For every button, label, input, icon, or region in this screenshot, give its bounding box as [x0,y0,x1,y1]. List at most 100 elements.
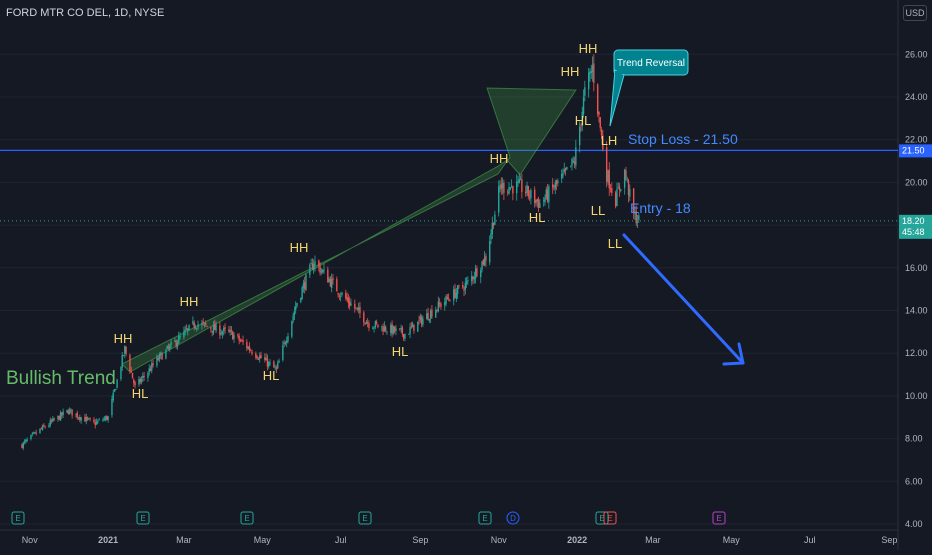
candle [483,251,486,267]
event-marker[interactable]: E [712,511,726,525]
candle [304,276,306,294]
candle-body [471,276,473,282]
candle [552,178,554,195]
candle [41,424,44,431]
chart-area[interactable]: 26.0024.0022.0020.0018.0016.0014.0012.00… [0,0,932,550]
price-tick-label: 20.00 [905,177,928,187]
candle [269,359,271,366]
candle-body [491,222,494,234]
candle [402,334,405,341]
candle [293,306,296,321]
candle [39,428,41,434]
candle-body [623,169,626,188]
candle-body [147,372,149,378]
candle-body [480,270,482,278]
candle-body [229,329,231,333]
candle-body [404,334,406,339]
candle-body [232,331,234,340]
candle-body [250,350,252,352]
candle-body [336,279,338,292]
event-marker-letter: E [362,514,367,523]
candle-body [266,358,269,367]
candle-body [133,379,135,384]
event-marker-letter: E [140,514,145,523]
candle [437,296,440,313]
candle-body [501,183,504,188]
candle-body [534,189,536,203]
candle-body [573,161,576,164]
candle-body [417,321,419,332]
candle [608,162,610,196]
candle [142,372,144,383]
candle-body [530,190,532,199]
candle-body [68,409,71,414]
stop-price-tag: 21.50 [899,144,932,158]
event-marker[interactable]: E [358,511,372,525]
time-tick-label: 2021 [98,535,118,545]
candle [357,302,360,314]
candle [185,324,188,331]
candle [75,413,77,418]
candle-body [446,297,449,299]
candle-body [268,362,270,367]
time-tick-label: May [254,535,272,545]
candle-body [215,324,217,331]
candle-body [21,444,23,448]
candle-body [546,189,549,201]
candle [67,408,69,415]
candle-body [354,303,356,309]
candle [368,320,370,332]
candle [620,189,622,193]
candle-body [59,412,62,421]
candle [152,359,154,368]
currency-button[interactable]: USD [903,5,927,21]
candle-body [260,354,262,358]
candle [107,415,109,423]
candle-body [408,333,410,335]
event-marker-letter: E [244,514,249,523]
price-chart[interactable]: 26.0024.0022.0020.0018.0016.0014.0012.00… [0,0,932,550]
price-tick-label: 8.00 [905,434,923,444]
candle-body [328,279,330,282]
candle-body [512,186,514,194]
candle-body [411,323,414,328]
candle-body [323,269,325,271]
candle-body [57,415,59,420]
candle [32,431,35,435]
candle-body [355,307,357,309]
candle [346,292,348,302]
swing-label: LL [591,203,605,218]
candle-body [179,336,181,337]
candle [139,377,141,385]
candle [489,235,491,266]
candle-body [345,293,347,299]
candle [228,325,230,333]
candle-body [70,409,72,411]
event-marker[interactable]: E [136,511,150,525]
event-marker[interactable]: E [240,511,254,525]
event-marker[interactable]: D [506,511,520,525]
candle-body [638,215,640,221]
candle-body [193,322,195,328]
candle-body [318,260,320,267]
candle-body [131,372,134,379]
candle-body [516,181,518,194]
event-marker-letter: E [482,514,487,523]
candle-body [347,298,350,304]
candle [58,415,60,421]
candle [330,273,333,293]
candle-body [482,259,485,265]
event-marker[interactable]: E [603,511,617,525]
event-marker[interactable]: E [595,511,609,525]
candle-body [605,147,608,182]
candle [49,417,51,428]
candle-body [521,179,523,192]
arrow-shaft [622,233,745,365]
last-price-tag: 18.2045:48 [899,214,932,239]
event-marker[interactable]: E [11,511,25,525]
candle [393,326,396,334]
candle-body [237,334,239,336]
candle [444,297,446,311]
event-marker[interactable]: E [478,511,492,525]
candle [616,182,618,207]
